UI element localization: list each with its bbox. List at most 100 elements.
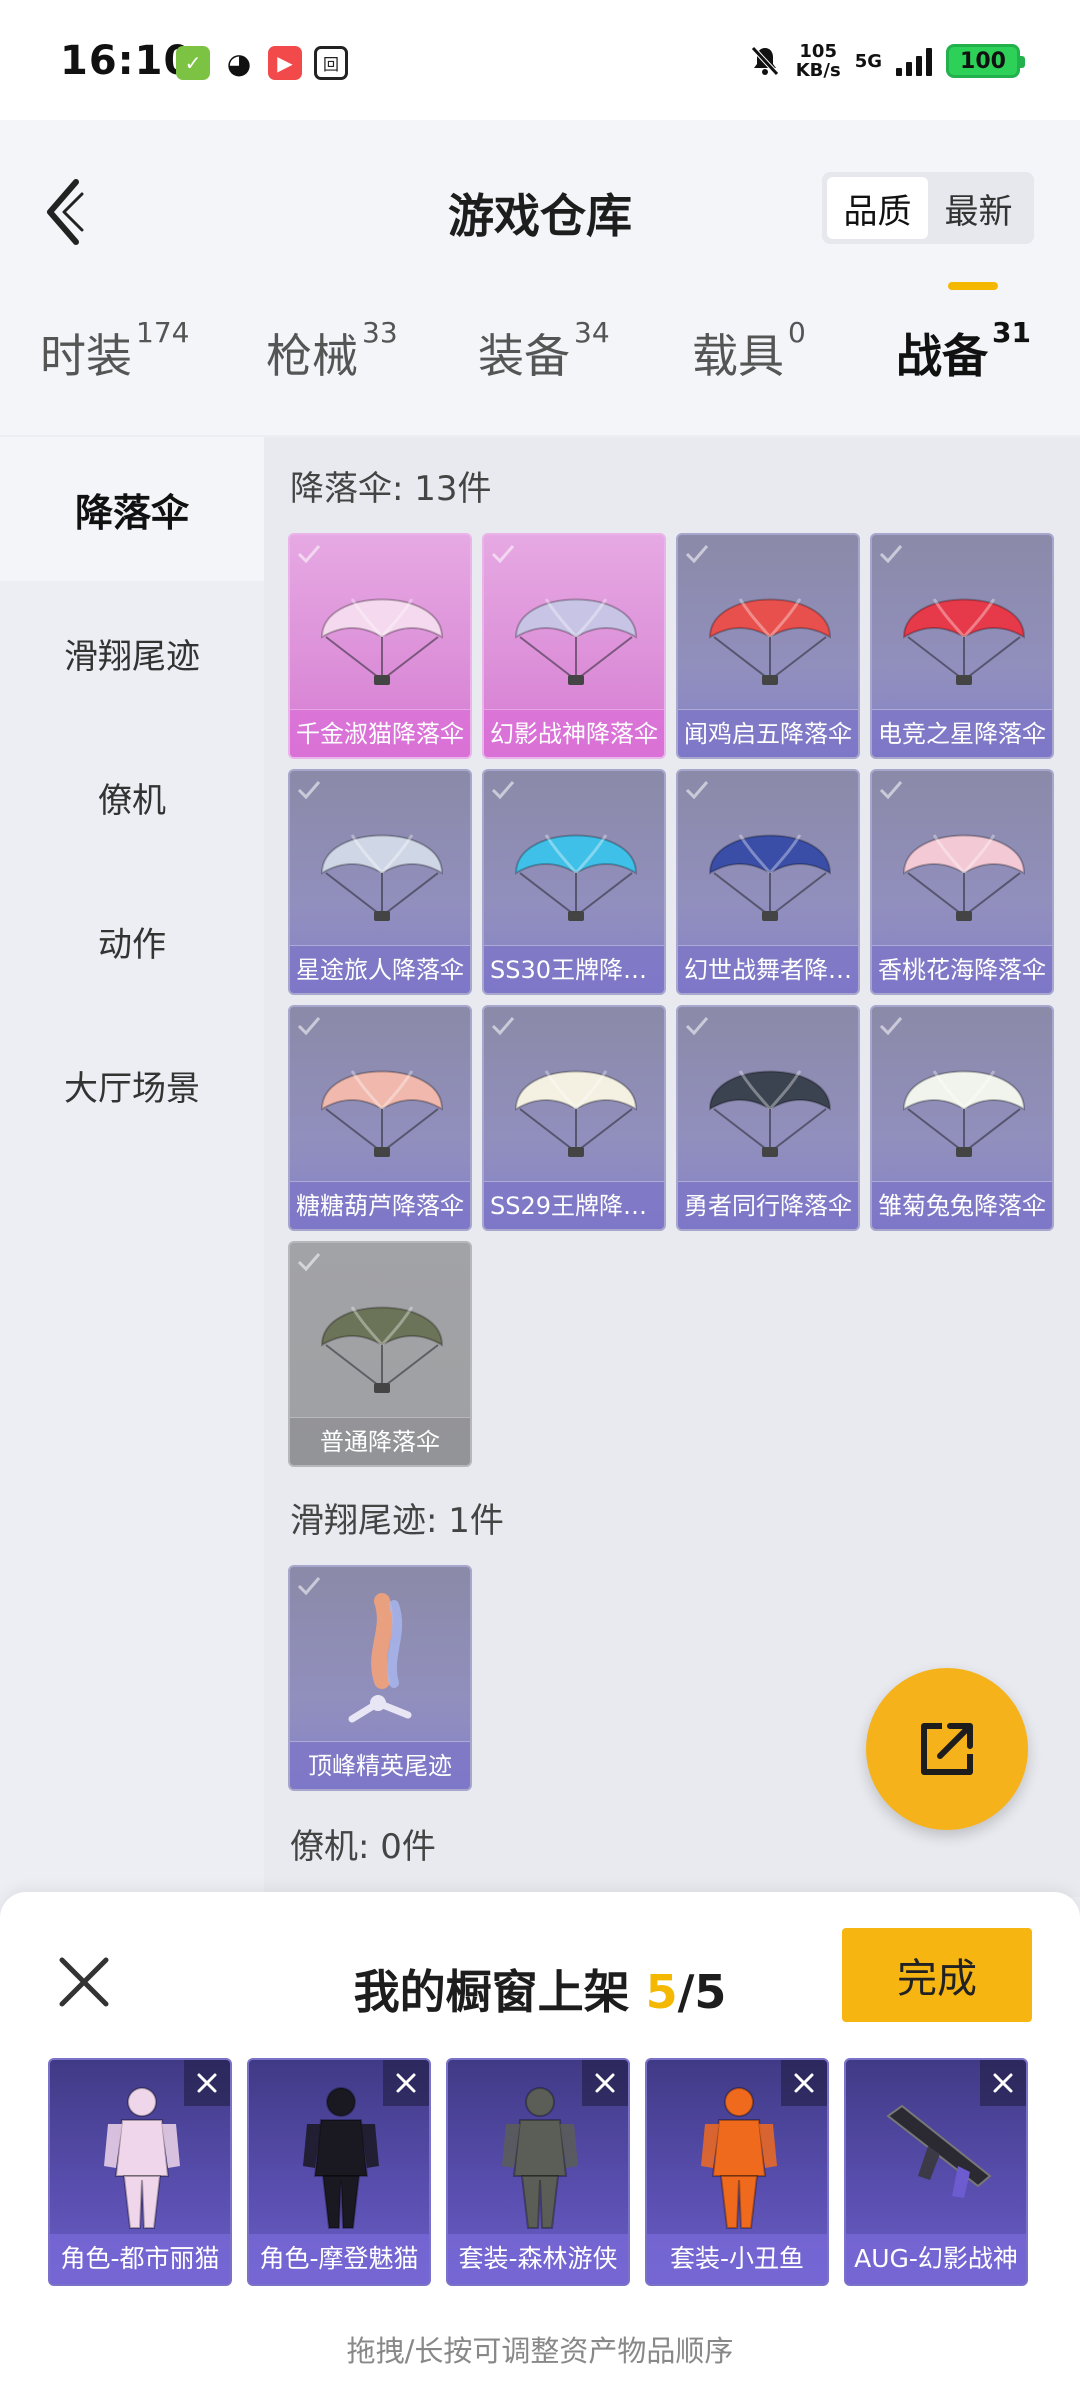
parachute-card[interactable]: 星途旅人降落伞: [288, 769, 472, 995]
sidebar-item-glide-trail[interactable]: 滑翔尾迹: [0, 581, 264, 725]
showcase-item-name: AUG-幻影战神: [846, 2234, 1026, 2284]
showcase-item-name: 套装-森林游侠: [448, 2234, 628, 2284]
active-tab-indicator: [948, 282, 998, 290]
item-name: 香桃花海降落伞: [872, 945, 1052, 993]
status-right: 105 KB/s 5G 100: [748, 41, 1025, 81]
video-app-icon: ▶: [268, 46, 302, 80]
showcase-item-card[interactable]: 角色-都市丽猫: [48, 2058, 232, 2286]
tab-equipment[interactable]: 装备 34: [478, 316, 610, 386]
sidebar-item-lobby-scene[interactable]: 大厅场景: [0, 1013, 264, 1157]
close-icon: [993, 2073, 1013, 2093]
tab-vehicles[interactable]: 载具 0: [692, 316, 806, 386]
parachute-card[interactable]: 勇者同行降落伞: [676, 1005, 860, 1231]
parachute-art-icon: [514, 834, 638, 921]
section-title-wingman: 僚机: 0件: [290, 1827, 436, 1867]
showcase-shelf: 角色-都市丽猫 角色-摩登魅猫 套装-森林游侠 套装-小丑鱼 AUG-幻影战神: [48, 2058, 1028, 2286]
parachute-card[interactable]: 糖糖葫芦降落伞: [288, 1005, 472, 1231]
item-name: 勇者同行降落伞: [678, 1181, 858, 1229]
parachute-art-icon: [320, 1070, 444, 1157]
parachute-art-icon: [514, 1070, 638, 1157]
signal-icon: [896, 46, 932, 76]
header: 游戏仓库 品质 最新 时装 174 枪械 33 装备 34 载具 0 战备 31: [0, 120, 1080, 435]
parachute-card[interactable]: 千金淑猫降落伞: [288, 533, 472, 759]
parachute-art-icon: [708, 834, 832, 921]
parachute-art-icon: [320, 1306, 444, 1393]
network-type: 5G: [854, 50, 882, 72]
parachute-art-icon: [708, 598, 832, 685]
parachute-card[interactable]: 幻世战舞者降落伞: [676, 769, 860, 995]
showcase-item-name: 角色-都市丽猫: [50, 2234, 230, 2284]
item-name: 闻鸡启五降落伞: [678, 709, 858, 757]
share-button[interactable]: [866, 1668, 1028, 1830]
status-time: 16:10: [60, 38, 193, 84]
sidebar-item-parachute[interactable]: 降落伞: [0, 437, 264, 581]
showcase-panel: 我的橱窗上架 5/5 完成 角色-都市丽猫 角色-摩登魅猫 套装-森林游侠 套装-小丑…: [0, 1892, 1080, 2400]
item-name: 电竞之星降落伞: [872, 709, 1052, 757]
showcase-item-name: 套装-小丑鱼: [647, 2234, 827, 2284]
remove-item-button[interactable]: [980, 2060, 1026, 2106]
section-title-parachute: 降落伞: 13件: [290, 469, 492, 509]
parachute-art-icon: [902, 598, 1026, 685]
tab-battle-prep[interactable]: 战备 31: [896, 316, 1031, 386]
item-name: 千金淑猫降落伞: [290, 709, 470, 757]
item-name: 雏菊兔兔降落伞: [872, 1181, 1052, 1229]
status-bar: 16:10 ✓ ◕ ▶ 回 105 KB/s 5G 100: [0, 0, 1080, 120]
parachute-art-icon: [320, 598, 444, 685]
parachute-art-icon: [708, 1070, 832, 1157]
parachute-art-icon: [902, 834, 1026, 921]
category-tabs: 时装 174 枪械 33 装备 34 载具 0 战备 31: [0, 316, 1080, 430]
share-external-icon: [921, 1723, 973, 1775]
item-name: 普通降落伞: [290, 1417, 470, 1465]
parachute-card[interactable]: 闻鸡启五降落伞: [676, 533, 860, 759]
item-name: 幻影战神降落伞: [484, 709, 664, 757]
remove-item-button[interactable]: [383, 2060, 429, 2106]
close-icon: [396, 2073, 416, 2093]
parachute-art-icon: [320, 834, 444, 921]
parachute-card[interactable]: 电竞之星降落伞: [870, 533, 1054, 759]
showcase-item-card[interactable]: 套装-小丑鱼: [645, 2058, 829, 2286]
tab-fashion[interactable]: 时装 174: [40, 316, 189, 386]
notification-icons: ✓ ◕ ▶ 回: [176, 46, 348, 80]
sidebar-item-emote[interactable]: 动作: [0, 869, 264, 1013]
app-notification-icon: ✓: [176, 46, 210, 80]
done-button[interactable]: 完成: [842, 1928, 1032, 2022]
showcase-item-card[interactable]: 角色-摩登魅猫: [247, 2058, 431, 2286]
section-title-glide-trail: 滑翔尾迹: 1件: [290, 1501, 504, 1541]
showcase-item-card[interactable]: 套装-森林游侠: [446, 2058, 630, 2286]
close-icon: [794, 2073, 814, 2093]
parachute-grid: 千金淑猫降落伞 幻影战神降落伞 闻鸡启五降落伞 电竞之星降落伞星途旅人降落伞 SS30王…: [288, 533, 1054, 1467]
item-name: 幻世战舞者降落伞: [678, 945, 858, 993]
wechat-icon: ◕: [222, 46, 256, 80]
battery-icon: 100: [946, 44, 1025, 78]
showcase-item-card[interactable]: AUG-幻影战神: [844, 2058, 1028, 2286]
tab-guns[interactable]: 枪械 33: [266, 316, 398, 386]
glide-trail-card[interactable]: 顶峰精英尾迹: [288, 1565, 472, 1791]
showcase-count: 5: [645, 1965, 678, 2019]
close-icon: [595, 2073, 615, 2093]
parachute-card[interactable]: 普通降落伞: [288, 1241, 472, 1467]
sort-toggle: 品质 最新: [822, 172, 1034, 244]
parachute-card[interactable]: 雏菊兔兔降落伞: [870, 1005, 1054, 1231]
glide-trail-art-icon: [348, 1593, 412, 1723]
mute-bell-icon: [750, 46, 779, 76]
network-speed: 105 KB/s: [795, 41, 841, 81]
remove-item-button[interactable]: [582, 2060, 628, 2106]
reorder-hint: 拖拽/长按可调整资产物品顺序: [346, 2334, 734, 2368]
parachute-art-icon: [902, 1070, 1026, 1157]
remove-item-button[interactable]: [184, 2060, 230, 2106]
sidebar: 降落伞 滑翔尾迹 僚机 动作 大厅场景: [0, 437, 264, 1897]
item-name: SS30王牌降落伞: [484, 945, 664, 993]
parachute-card[interactable]: 香桃花海降落伞: [870, 769, 1054, 995]
sort-newest-button[interactable]: 最新: [928, 177, 1029, 239]
item-name: SS29王牌降落伞: [484, 1181, 664, 1229]
sidebar-item-wingman[interactable]: 僚机: [0, 725, 264, 869]
remove-item-button[interactable]: [781, 2060, 827, 2106]
parachute-card[interactable]: SS29王牌降落伞: [482, 1005, 666, 1231]
item-name: 糖糖葫芦降落伞: [290, 1181, 470, 1229]
sort-quality-button[interactable]: 品质: [827, 177, 928, 239]
parachute-art-icon: [514, 598, 638, 685]
item-name: 顶峰精英尾迹: [290, 1741, 470, 1789]
parachute-card[interactable]: SS30王牌降落伞: [482, 769, 666, 995]
parachute-card[interactable]: 幻影战神降落伞: [482, 533, 666, 759]
showcase-item-name: 角色-摩登魅猫: [249, 2234, 429, 2284]
